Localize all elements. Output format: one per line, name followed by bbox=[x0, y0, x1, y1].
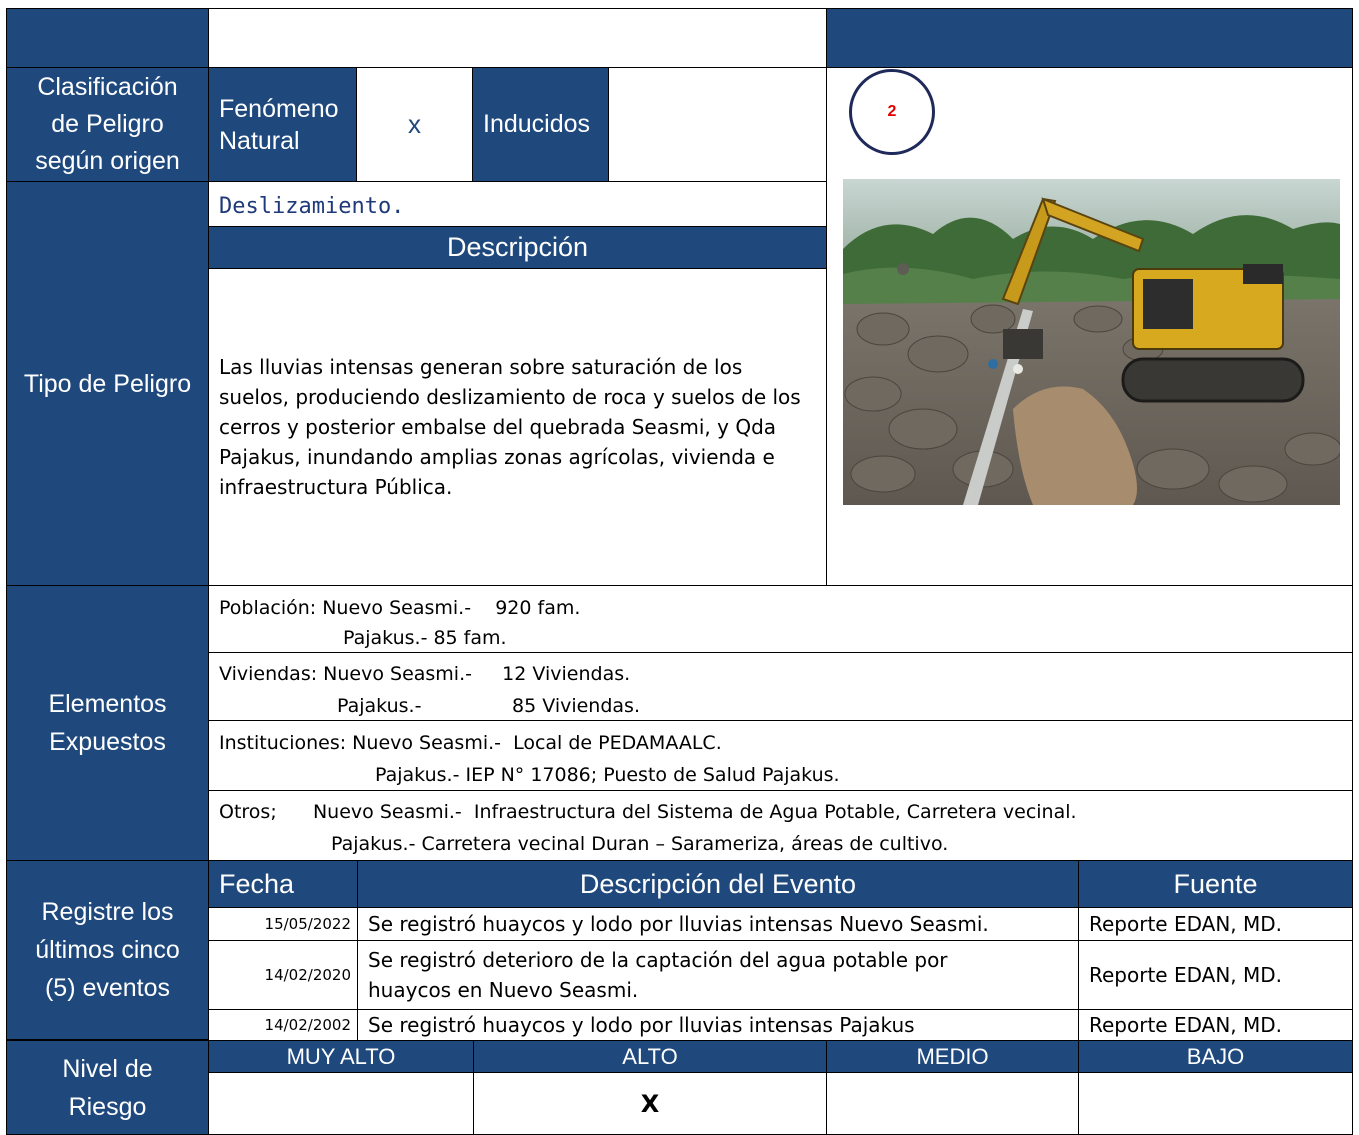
header-middle-blank bbox=[208, 8, 827, 68]
risk-level-low-mark bbox=[1078, 1072, 1353, 1135]
risk-level-low-header: BAJO bbox=[1078, 1040, 1353, 1073]
risk-level-medium-header: MEDIO bbox=[826, 1040, 1079, 1073]
events-header-date: Fecha bbox=[208, 860, 358, 908]
induced-mark bbox=[608, 67, 827, 182]
event-date: 14/02/2020 bbox=[208, 940, 358, 1010]
event-description: Se registró huaycos y lodo por lluvias i… bbox=[357, 1009, 1079, 1041]
induced-label: Inducidos bbox=[472, 67, 609, 182]
natural-phenomenon-label: Fenómeno Natural bbox=[208, 67, 357, 182]
event-description: Se registró deterioro de la captación de… bbox=[357, 940, 1079, 1010]
hazard-description: Las lluvias intensas generan sobre satur… bbox=[208, 268, 827, 586]
events-header-description: Descripción del Evento bbox=[357, 860, 1079, 908]
event-description: Se registró huaycos y lodo por lluvias i… bbox=[357, 907, 1079, 941]
classification-label: Clasificación de Peligro según origen bbox=[6, 67, 209, 182]
landslide-excavator-photo bbox=[843, 179, 1340, 505]
event-date: 14/02/2002 bbox=[208, 1009, 358, 1041]
risk-level-high-header: ALTO bbox=[473, 1040, 827, 1073]
exposed-housing: Viviendas: Nuevo Seasmi.- 12 Viviendas. … bbox=[208, 652, 1353, 721]
risk-level-medium-mark bbox=[826, 1072, 1079, 1135]
exposed-others: Otros; Nuevo Seasmi.- Infraestructura de… bbox=[208, 790, 1353, 861]
event-source: Reporte EDAN, MD. bbox=[1078, 907, 1353, 941]
risk-level-high-mark: X bbox=[473, 1072, 827, 1135]
risk-level-very-high-mark bbox=[208, 1072, 474, 1135]
hazard-type-label: Tipo de Peligro bbox=[6, 181, 209, 586]
exposed-institutions: Instituciones: Nuevo Seasmi.- Local de P… bbox=[208, 720, 1353, 791]
events-header-source: Fuente bbox=[1078, 860, 1353, 908]
exposed-population: Población: Nuevo Seasmi.- 920 fam. Pajak… bbox=[208, 585, 1353, 653]
event-date: 15/05/2022 bbox=[208, 907, 358, 941]
risk-level-very-high-header: MUY ALTO bbox=[208, 1040, 474, 1073]
risk-level-label: Nivel de Riesgo bbox=[6, 1040, 209, 1135]
natural-phenomenon-mark: x bbox=[356, 67, 473, 182]
event-source: Reporte EDAN, MD. bbox=[1078, 940, 1353, 1010]
photo-number-badge: 2 bbox=[849, 69, 935, 155]
photo-panel: 2 bbox=[826, 67, 1353, 586]
exposed-elements-label: Elementos Expuestos bbox=[6, 585, 209, 861]
events-label: Registre los últimos cinco (5) eventos bbox=[6, 860, 209, 1040]
description-header: Descripción bbox=[208, 226, 827, 269]
hazard-type-value: Deslizamiento. bbox=[208, 181, 827, 227]
header-left-blank bbox=[6, 8, 209, 68]
header-right-blank bbox=[826, 8, 1353, 68]
event-source: Reporte EDAN, MD. bbox=[1078, 1009, 1353, 1041]
